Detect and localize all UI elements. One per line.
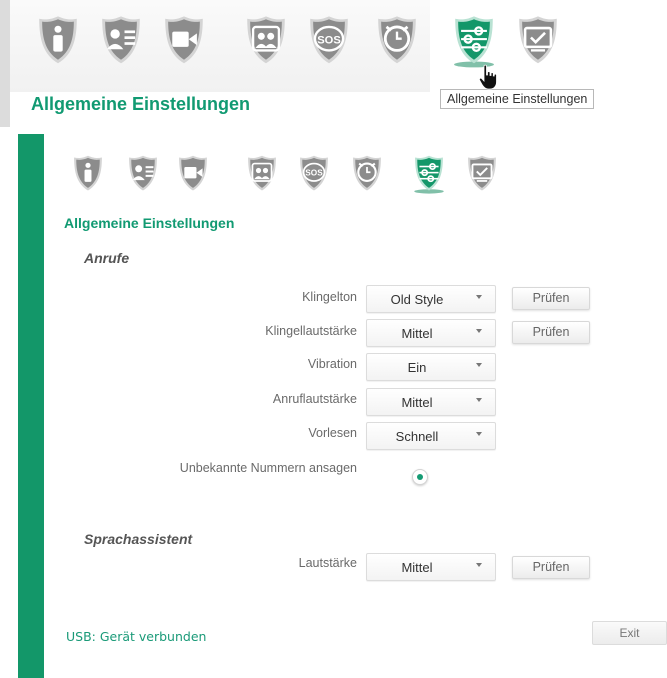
tooltip: Allgemeine Einstellungen xyxy=(440,89,595,109)
assistant-volume-value: Mittel xyxy=(401,560,433,575)
section-assistant-heading: Sprachassistent xyxy=(84,531,193,547)
read-aloud-label: Vorlesen xyxy=(308,426,357,440)
chevron-down-icon xyxy=(476,563,482,567)
hand-cursor-icon xyxy=(478,64,497,90)
zoom-preview: SOS Allgemeine Einstellungen Allgemeine … xyxy=(0,0,667,127)
nav-info-icon[interactable] xyxy=(34,14,82,68)
section-calls-heading: Anrufe xyxy=(84,250,130,266)
info-icon xyxy=(39,16,77,64)
contact-card-icon xyxy=(129,155,157,191)
ringtone-select[interactable]: Old Style xyxy=(366,285,496,313)
contacts-icon xyxy=(247,16,285,64)
ringtone-label: Klingelton xyxy=(302,290,357,304)
nav-info-icon[interactable] xyxy=(70,154,106,194)
nav-display-icon[interactable] xyxy=(514,14,562,68)
sos-icon: SOS xyxy=(300,155,328,191)
ring-volume-label: Klingellautstärke xyxy=(265,324,357,338)
assistant-volume-select[interactable]: Mittel xyxy=(366,553,496,581)
nav-contact-card-icon[interactable] xyxy=(97,14,145,68)
nav-display-icon[interactable] xyxy=(464,154,500,194)
chevron-down-icon xyxy=(476,329,482,333)
info-icon xyxy=(74,155,102,191)
vibration-select[interactable]: Ein xyxy=(366,353,496,381)
chevron-down-icon xyxy=(476,398,482,402)
read-aloud-value: Schnell xyxy=(395,429,439,444)
settings-sliders-icon xyxy=(454,16,494,68)
svg-text:SOS: SOS xyxy=(305,169,323,178)
usb-status: USB: Gerät verbunden xyxy=(66,629,207,644)
accent-sidebar xyxy=(18,134,44,678)
nav-alarm-clock-icon[interactable] xyxy=(373,14,421,68)
alarm-clock-icon xyxy=(378,16,416,64)
unknown-numbers-radio[interactable] xyxy=(412,469,428,485)
vibration-label: Vibration xyxy=(307,357,357,371)
svg-text:SOS: SOS xyxy=(317,34,341,46)
contacts-icon xyxy=(248,155,276,191)
video-icon xyxy=(179,155,207,191)
nav-settings-sliders-icon[interactable] xyxy=(411,154,447,194)
nav-contact-card-icon[interactable] xyxy=(125,154,161,194)
page-title: Allgemeine Einstellungen xyxy=(64,215,235,231)
settings-window: SOS Allgemeine Einstellungen Anrufe Klin… xyxy=(18,134,667,678)
nav-video-icon[interactable] xyxy=(160,14,208,68)
nav-contacts-icon[interactable] xyxy=(244,154,280,194)
call-volume-label: Anruflautstärke xyxy=(272,392,357,406)
call-volume-value: Mittel xyxy=(401,395,433,410)
display-icon xyxy=(519,16,557,64)
sos-icon: SOS xyxy=(310,16,348,64)
nav-video-icon[interactable] xyxy=(175,154,211,194)
chevron-down-icon xyxy=(476,432,482,436)
chevron-down-icon xyxy=(476,363,482,367)
video-icon xyxy=(165,16,203,64)
radio-selected-dot xyxy=(417,474,423,480)
contact-card-icon xyxy=(102,16,140,64)
call-volume-select[interactable]: Mittel xyxy=(366,388,496,416)
unknown-numbers-label: Unbekannte Nummern ansagen xyxy=(179,461,357,475)
ringtone-value: Old Style xyxy=(390,292,444,307)
exit-button[interactable]: Exit xyxy=(592,621,667,645)
assistant-volume-test-button[interactable]: Prüfen xyxy=(512,556,590,579)
settings-sliders-icon xyxy=(414,155,444,194)
nav-alarm-clock-icon[interactable] xyxy=(349,154,385,194)
ring-volume-select[interactable]: Mittel xyxy=(366,319,496,347)
ring-volume-value: Mittel xyxy=(401,326,433,341)
chevron-down-icon xyxy=(476,295,482,299)
nav-contacts-icon[interactable] xyxy=(242,14,290,68)
zoom-page-title: Allgemeine Einstellungen xyxy=(31,94,251,114)
nav-sos-icon[interactable]: SOS xyxy=(305,14,353,68)
assistant-volume-label: Lautstärke xyxy=(298,556,357,570)
display-icon xyxy=(468,155,496,191)
nav-settings-sliders-icon[interactable] xyxy=(450,14,498,68)
nav-sos-icon[interactable]: SOS xyxy=(296,154,332,194)
ringtone-test-button[interactable]: Prüfen xyxy=(512,287,590,310)
vibration-value: Ein xyxy=(407,360,427,375)
read-aloud-select[interactable]: Schnell xyxy=(366,422,496,450)
zoom-edge xyxy=(0,0,10,127)
alarm-clock-icon xyxy=(353,155,381,191)
ring-volume-test-button[interactable]: Prüfen xyxy=(512,321,590,344)
